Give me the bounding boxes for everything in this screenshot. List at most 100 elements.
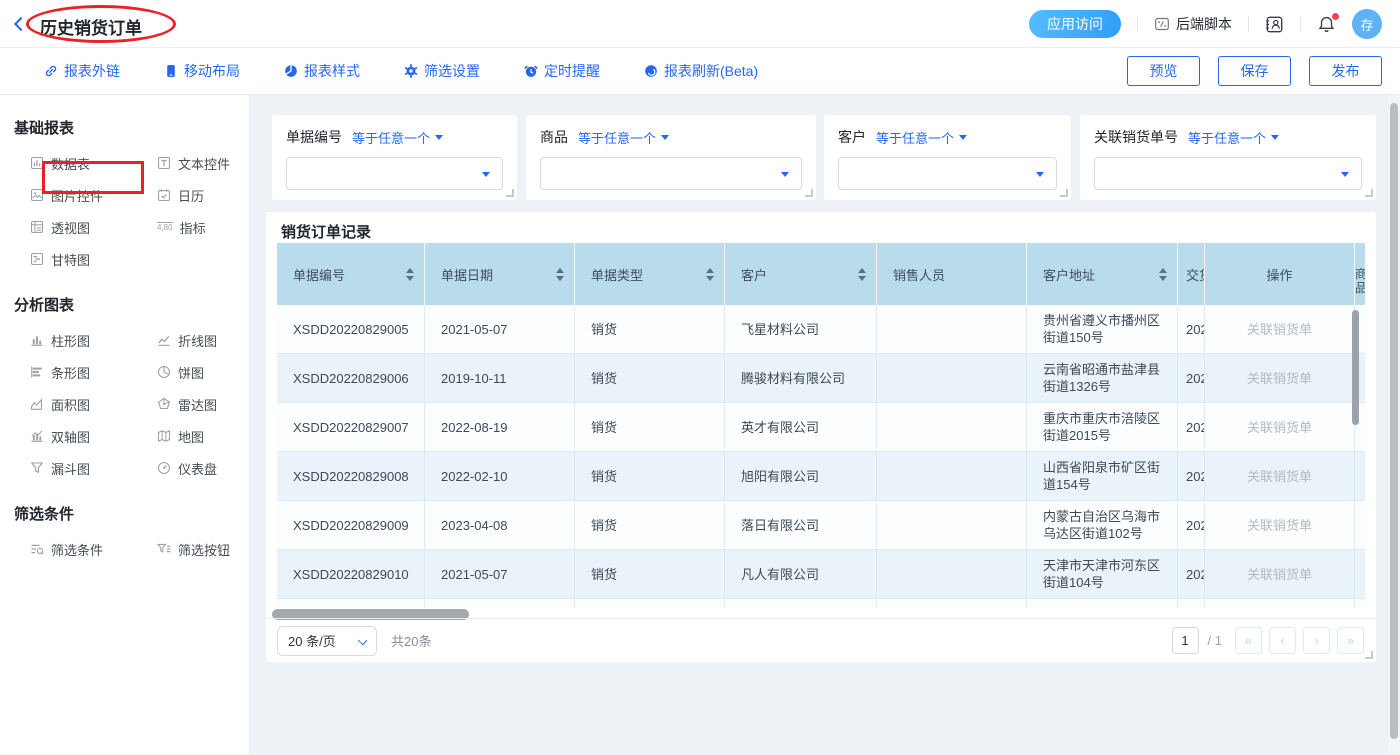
sidebar-item-bar-chart[interactable]: 条形图 — [30, 363, 145, 381]
column-header-sales[interactable]: 销售人员 — [877, 243, 1027, 305]
report-toolbar: 报表外链 移动布局 报表样式 筛选设置 定时提醒 报表刷新(Beta) 预览 保… — [0, 48, 1400, 95]
first-page-button[interactable]: « — [1235, 627, 1262, 654]
link-delivery-order-button[interactable]: 关联销货单 — [1205, 305, 1355, 354]
toolbar-item-report-refresh[interactable]: 报表刷新(Beta) — [644, 61, 758, 81]
toolbar-item-filter-settings[interactable]: 筛选设置 — [404, 61, 480, 81]
toolbar-item-mobile-layout[interactable]: 移动布局 — [164, 61, 240, 81]
sort-icon[interactable] — [1159, 268, 1167, 281]
resize-handle[interactable] — [1365, 651, 1373, 659]
page-size-select[interactable]: 20 条/页 — [277, 626, 377, 656]
publish-button[interactable]: 发布 — [1309, 56, 1382, 86]
back-icon[interactable] — [14, 17, 28, 31]
section-title-basic-reports: 基础报表 — [14, 117, 235, 138]
sidebar-item-filter-button[interactable]: 筛选按钮 — [157, 540, 247, 558]
sidebar-item-column-chart[interactable]: 柱形图 — [30, 331, 145, 349]
sidebar-item-funnel-chart[interactable]: 漏斗图 — [30, 459, 145, 477]
table-row[interactable]: XSDD20220829008 2022-02-10 销货 旭阳有限公司 山西省… — [277, 452, 1365, 501]
link-delivery-order-button[interactable]: 关联销货单 — [1205, 501, 1355, 550]
sidebar-item-data-table[interactable]: 数据表 — [30, 154, 145, 172]
toolbar-item-report-style[interactable]: 报表样式 — [284, 61, 360, 81]
sidebar-item-line-chart[interactable]: 折线图 — [157, 331, 247, 349]
sidebar-item-area-chart[interactable]: 面积图 — [30, 395, 145, 413]
sidebar-item-dual-axis-chart[interactable]: 双轴图 — [30, 427, 145, 445]
notifications-button[interactable] — [1317, 15, 1336, 34]
sidebar-item-map-chart[interactable]: 地图 — [157, 427, 247, 445]
link-delivery-order-button[interactable]: 关联销货单 — [1205, 354, 1355, 403]
sort-icon[interactable] — [858, 268, 866, 281]
cell-hidden — [1355, 550, 1365, 599]
column-header-customer[interactable]: 客户 — [725, 243, 877, 305]
save-button[interactable]: 保存 — [1218, 56, 1291, 86]
sidebar-item-gantt[interactable]: 甘特图 — [30, 250, 145, 268]
filter-dropdown[interactable] — [1094, 157, 1362, 190]
preview-button[interactable]: 预览 — [1127, 56, 1200, 86]
resize-handle[interactable] — [506, 189, 514, 197]
column-header-type[interactable]: 单据类型 — [575, 243, 725, 305]
next-page-button[interactable]: › — [1303, 627, 1330, 654]
filter-card-linked-delivery-no[interactable]: 关联销货单号 等于任意一个 — [1080, 115, 1376, 200]
column-header-order-no[interactable]: 单据编号 — [277, 243, 425, 305]
sidebar-item-kpi[interactable]: 4,80 指标 — [157, 218, 247, 236]
table-row[interactable]: XSDD20220829006 2019-10-11 销货 腾骏材料有限公司 云… — [277, 354, 1365, 403]
cell-order-no: XSDD20220829007 — [277, 403, 425, 452]
table-row[interactable]: XSDD20220829010 2021-05-07 销货 凡人有限公司 天津市… — [277, 550, 1365, 599]
filter-dropdown[interactable] — [838, 157, 1057, 190]
toolbar-item-scheduled-reminder[interactable]: 定时提醒 — [524, 61, 600, 81]
dual-axis-icon — [30, 429, 44, 443]
page-scrollbar[interactable] — [1388, 95, 1400, 755]
sort-icon[interactable] — [406, 268, 414, 281]
cell-order-no: XSDD20220829006 — [277, 354, 425, 403]
table-vertical-scrollbar[interactable] — [1352, 310, 1359, 425]
resize-handle[interactable] — [1365, 189, 1373, 197]
divider — [1248, 16, 1249, 32]
page-scrollbar-thumb[interactable] — [1390, 103, 1398, 739]
table-row[interactable]: XSDD20220829007 2022-08-19 销货 英才有限公司 重庆市… — [277, 403, 1365, 452]
resize-handle[interactable] — [805, 189, 813, 197]
filter-label: 客户 — [838, 127, 866, 147]
sidebar-item-calendar[interactable]: 日历 — [157, 186, 247, 204]
filter-operator[interactable]: 等于任意一个 — [1188, 128, 1279, 147]
pivot-icon — [30, 220, 44, 234]
resize-handle[interactable] — [1060, 189, 1068, 197]
filter-operator[interactable]: 等于任意一个 — [352, 128, 443, 147]
sidebar-item-radar-chart[interactable]: 雷达图 — [157, 395, 247, 413]
column-header-address[interactable]: 客户地址 — [1027, 243, 1178, 305]
sidebar-item-gauge-chart[interactable]: 仪表盘 — [157, 459, 247, 477]
bar-chart-icon — [30, 365, 44, 379]
page-number-input[interactable] — [1172, 627, 1199, 654]
table-row[interactable]: XSDD20220829009 2023-04-08 销货 落日有限公司 内蒙古… — [277, 501, 1365, 550]
link-delivery-order-button[interactable]: 关联销货单 — [1205, 403, 1355, 452]
filter-card-customer[interactable]: 客户 等于任意一个 — [824, 115, 1071, 200]
link-delivery-order-button[interactable]: 关联销货单 — [1205, 452, 1355, 501]
backend-script-button[interactable]: 后端脚本 — [1154, 14, 1232, 34]
sort-icon[interactable] — [706, 268, 714, 281]
column-header-date[interactable]: 单据日期 — [425, 243, 575, 305]
sidebar-item-image-widget[interactable]: 图片控件 — [30, 186, 145, 204]
image-icon — [30, 188, 44, 202]
avatar[interactable]: 存 — [1352, 9, 1382, 39]
prev-page-button[interactable]: ‹ — [1269, 627, 1296, 654]
contacts-button[interactable] — [1265, 15, 1284, 34]
cell-customer: 英才有限公司 — [725, 403, 877, 452]
sidebar-item-pivot-table[interactable]: 透视图 — [30, 218, 145, 236]
filter-card-order-no[interactable]: 单据编号 等于任意一个 — [272, 115, 517, 200]
filter-operator[interactable]: 等于任意一个 — [876, 128, 967, 147]
app-access-button[interactable]: 应用访问 — [1029, 10, 1121, 38]
filter-operator[interactable]: 等于任意一个 — [578, 128, 669, 147]
sidebar-item-text-widget[interactable]: 文本控件 — [157, 154, 247, 172]
filter-card-product[interactable]: 商品 等于任意一个 — [526, 115, 816, 200]
filter-dropdown[interactable] — [540, 157, 802, 190]
link-delivery-order-button[interactable]: 关联销货单 — [1205, 550, 1355, 599]
caret-down-icon — [661, 135, 669, 140]
column-header-hidden-clipped: 商品 — [1355, 243, 1365, 305]
last-page-button[interactable]: » — [1337, 627, 1364, 654]
report-canvas: 单据编号 等于任意一个 商品 等于任意一个 客户 等于任意一个 关联销货单号 等… — [250, 95, 1400, 755]
toolbar-item-external-link[interactable]: 报表外链 — [44, 61, 120, 81]
sales-order-table-card[interactable]: 销货订单记录 单据编号 单据日期 单据类型 客户 销售人员 客户地址 交货 操作… — [266, 212, 1376, 662]
column-header-delivery-clipped[interactable]: 交货 — [1178, 243, 1205, 305]
sidebar-item-filter-condition[interactable]: 筛选条件 — [30, 540, 145, 558]
filter-dropdown[interactable] — [286, 157, 503, 190]
sidebar-item-pie-chart[interactable]: 饼图 — [157, 363, 247, 381]
table-row[interactable]: XSDD20220829005 2021-05-07 销货 飞星材料公司 贵州省… — [277, 305, 1365, 354]
sort-icon[interactable] — [556, 268, 564, 281]
